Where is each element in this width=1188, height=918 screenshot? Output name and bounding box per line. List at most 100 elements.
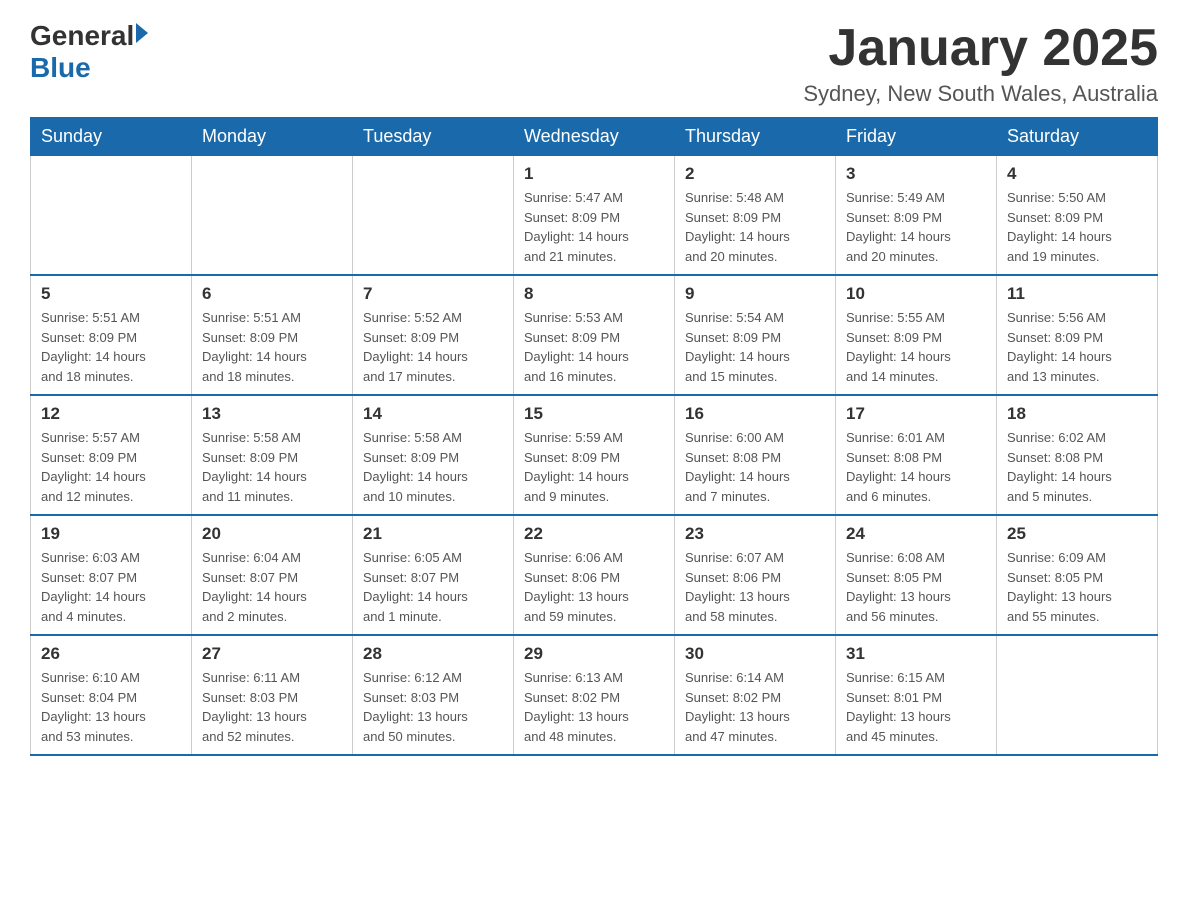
calendar-cell: 14 Sunrise: 5:58 AM Sunset: 8:09 PM Dayli… xyxy=(353,395,514,515)
calendar-cell: 2 Sunrise: 5:48 AM Sunset: 8:09 PM Daylig… xyxy=(675,156,836,276)
calendar-cell: 10 Sunrise: 5:55 AM Sunset: 8:09 PM Dayli… xyxy=(836,275,997,395)
calendar-cell: 7Sunrise: 5:52 AM Sunset: 8:09 PM Daylig… xyxy=(353,275,514,395)
day-info: Sunrise: 6:06 AM Sunset: 8:06 PM Dayligh… xyxy=(524,548,664,626)
day-number: 5 xyxy=(41,284,181,304)
calendar-cell: 3 Sunrise: 5:49 AM Sunset: 8:09 PM Daylig… xyxy=(836,156,997,276)
day-number: 28 xyxy=(363,644,503,664)
logo-general-text: General xyxy=(30,20,134,52)
day-info: Sunrise: 6:10 AM Sunset: 8:04 PM Dayligh… xyxy=(41,668,181,746)
day-info: Sunrise: 6:12 AM Sunset: 8:03 PM Dayligh… xyxy=(363,668,503,746)
day-info: Sunrise: 5:49 AM Sunset: 8:09 PM Dayligh… xyxy=(846,188,986,266)
day-info: Sunrise: 5:53 AM Sunset: 8:09 PM Dayligh… xyxy=(524,308,664,386)
day-number: 18 xyxy=(1007,404,1147,424)
day-number: 25 xyxy=(1007,524,1147,544)
day-info: Sunrise: 6:00 AM Sunset: 8:08 PM Dayligh… xyxy=(685,428,825,506)
day-info: Sunrise: 5:57 AM Sunset: 8:09 PM Dayligh… xyxy=(41,428,181,506)
day-number: 26 xyxy=(41,644,181,664)
header-cell-friday: Friday xyxy=(836,118,997,156)
calendar-cell: 9 Sunrise: 5:54 AM Sunset: 8:09 PM Daylig… xyxy=(675,275,836,395)
day-info: Sunrise: 6:03 AM Sunset: 8:07 PM Dayligh… xyxy=(41,548,181,626)
calendar-cell: 21 Sunrise: 6:05 AM Sunset: 8:07 PM Dayli… xyxy=(353,515,514,635)
calendar-cell: 13 Sunrise: 5:58 AM Sunset: 8:09 PM Dayli… xyxy=(192,395,353,515)
calendar-table: SundayMondayTuesdayWednesdayThursdayFrid… xyxy=(30,117,1158,756)
calendar-cell xyxy=(997,635,1158,755)
calendar-cell: 15Sunrise: 5:59 AM Sunset: 8:09 PM Dayli… xyxy=(514,395,675,515)
day-info: Sunrise: 6:05 AM Sunset: 8:07 PM Dayligh… xyxy=(363,548,503,626)
day-number: 17 xyxy=(846,404,986,424)
day-info: Sunrise: 5:48 AM Sunset: 8:09 PM Dayligh… xyxy=(685,188,825,266)
week-row-2: 5 Sunrise: 5:51 AM Sunset: 8:09 PM Daylig… xyxy=(31,275,1158,395)
day-info: Sunrise: 6:09 AM Sunset: 8:05 PM Dayligh… xyxy=(1007,548,1147,626)
day-info: Sunrise: 6:15 AM Sunset: 8:01 PM Dayligh… xyxy=(846,668,986,746)
day-info: Sunrise: 5:56 AM Sunset: 8:09 PM Dayligh… xyxy=(1007,308,1147,386)
day-info: Sunrise: 5:58 AM Sunset: 8:09 PM Dayligh… xyxy=(363,428,503,506)
day-number: 19 xyxy=(41,524,181,544)
day-number: 4 xyxy=(1007,164,1147,184)
header-cell-sunday: Sunday xyxy=(31,118,192,156)
calendar-cell: 8 Sunrise: 5:53 AM Sunset: 8:09 PM Daylig… xyxy=(514,275,675,395)
day-number: 24 xyxy=(846,524,986,544)
day-number: 13 xyxy=(202,404,342,424)
calendar-cell xyxy=(353,156,514,276)
day-info: Sunrise: 5:47 AM Sunset: 8:09 PM Dayligh… xyxy=(524,188,664,266)
header-cell-thursday: Thursday xyxy=(675,118,836,156)
day-number: 9 xyxy=(685,284,825,304)
day-number: 27 xyxy=(202,644,342,664)
header-cell-monday: Monday xyxy=(192,118,353,156)
day-number: 8 xyxy=(524,284,664,304)
day-info: Sunrise: 6:01 AM Sunset: 8:08 PM Dayligh… xyxy=(846,428,986,506)
logo-blue-text: Blue xyxy=(30,52,91,83)
calendar-cell: 19 Sunrise: 6:03 AM Sunset: 8:07 PM Dayli… xyxy=(31,515,192,635)
calendar-cell xyxy=(31,156,192,276)
calendar-cell: 11Sunrise: 5:56 AM Sunset: 8:09 PM Dayli… xyxy=(997,275,1158,395)
day-number: 31 xyxy=(846,644,986,664)
calendar-cell: 18 Sunrise: 6:02 AM Sunset: 8:08 PM Dayli… xyxy=(997,395,1158,515)
day-number: 7 xyxy=(363,284,503,304)
day-info: Sunrise: 6:08 AM Sunset: 8:05 PM Dayligh… xyxy=(846,548,986,626)
calendar-cell: 30Sunrise: 6:14 AM Sunset: 8:02 PM Dayli… xyxy=(675,635,836,755)
calendar-cell: 27Sunrise: 6:11 AM Sunset: 8:03 PM Dayli… xyxy=(192,635,353,755)
week-row-1: 1 Sunrise: 5:47 AM Sunset: 8:09 PM Daylig… xyxy=(31,156,1158,276)
calendar-cell: 31 Sunrise: 6:15 AM Sunset: 8:01 PM Dayli… xyxy=(836,635,997,755)
calendar-cell: 1 Sunrise: 5:47 AM Sunset: 8:09 PM Daylig… xyxy=(514,156,675,276)
day-info: Sunrise: 6:13 AM Sunset: 8:02 PM Dayligh… xyxy=(524,668,664,746)
calendar-header: SundayMondayTuesdayWednesdayThursdayFrid… xyxy=(31,118,1158,156)
day-info: Sunrise: 5:54 AM Sunset: 8:09 PM Dayligh… xyxy=(685,308,825,386)
day-number: 14 xyxy=(363,404,503,424)
calendar-title: January 2025 xyxy=(803,20,1158,77)
calendar-cell: 28 Sunrise: 6:12 AM Sunset: 8:03 PM Dayli… xyxy=(353,635,514,755)
calendar-cell: 12Sunrise: 5:57 AM Sunset: 8:09 PM Dayli… xyxy=(31,395,192,515)
day-number: 10 xyxy=(846,284,986,304)
day-number: 1 xyxy=(524,164,664,184)
header: General Blue January 2025 Sydney, New So… xyxy=(30,20,1158,107)
calendar-cell: 25 Sunrise: 6:09 AM Sunset: 8:05 PM Dayli… xyxy=(997,515,1158,635)
calendar-cell: 16 Sunrise: 6:00 AM Sunset: 8:08 PM Dayli… xyxy=(675,395,836,515)
calendar-cell: 20Sunrise: 6:04 AM Sunset: 8:07 PM Dayli… xyxy=(192,515,353,635)
day-number: 2 xyxy=(685,164,825,184)
calendar-cell: 22 Sunrise: 6:06 AM Sunset: 8:06 PM Dayli… xyxy=(514,515,675,635)
header-cell-saturday: Saturday xyxy=(997,118,1158,156)
calendar-cell xyxy=(192,156,353,276)
day-info: Sunrise: 5:58 AM Sunset: 8:09 PM Dayligh… xyxy=(202,428,342,506)
day-info: Sunrise: 6:04 AM Sunset: 8:07 PM Dayligh… xyxy=(202,548,342,626)
header-row: SundayMondayTuesdayWednesdayThursdayFrid… xyxy=(31,118,1158,156)
day-info: Sunrise: 5:55 AM Sunset: 8:09 PM Dayligh… xyxy=(846,308,986,386)
day-info: Sunrise: 5:51 AM Sunset: 8:09 PM Dayligh… xyxy=(202,308,342,386)
calendar-body: 1 Sunrise: 5:47 AM Sunset: 8:09 PM Daylig… xyxy=(31,156,1158,756)
calendar-cell: 4Sunrise: 5:50 AM Sunset: 8:09 PM Daylig… xyxy=(997,156,1158,276)
day-info: Sunrise: 5:51 AM Sunset: 8:09 PM Dayligh… xyxy=(41,308,181,386)
calendar-subtitle: Sydney, New South Wales, Australia xyxy=(803,81,1158,107)
header-cell-tuesday: Tuesday xyxy=(353,118,514,156)
day-info: Sunrise: 5:59 AM Sunset: 8:09 PM Dayligh… xyxy=(524,428,664,506)
day-number: 21 xyxy=(363,524,503,544)
day-number: 16 xyxy=(685,404,825,424)
day-number: 22 xyxy=(524,524,664,544)
day-number: 29 xyxy=(524,644,664,664)
day-number: 3 xyxy=(846,164,986,184)
day-info: Sunrise: 6:14 AM Sunset: 8:02 PM Dayligh… xyxy=(685,668,825,746)
calendar-cell: 29 Sunrise: 6:13 AM Sunset: 8:02 PM Dayli… xyxy=(514,635,675,755)
week-row-3: 12Sunrise: 5:57 AM Sunset: 8:09 PM Dayli… xyxy=(31,395,1158,515)
day-info: Sunrise: 6:02 AM Sunset: 8:08 PM Dayligh… xyxy=(1007,428,1147,506)
calendar-cell: 5 Sunrise: 5:51 AM Sunset: 8:09 PM Daylig… xyxy=(31,275,192,395)
logo: General Blue xyxy=(30,20,148,84)
